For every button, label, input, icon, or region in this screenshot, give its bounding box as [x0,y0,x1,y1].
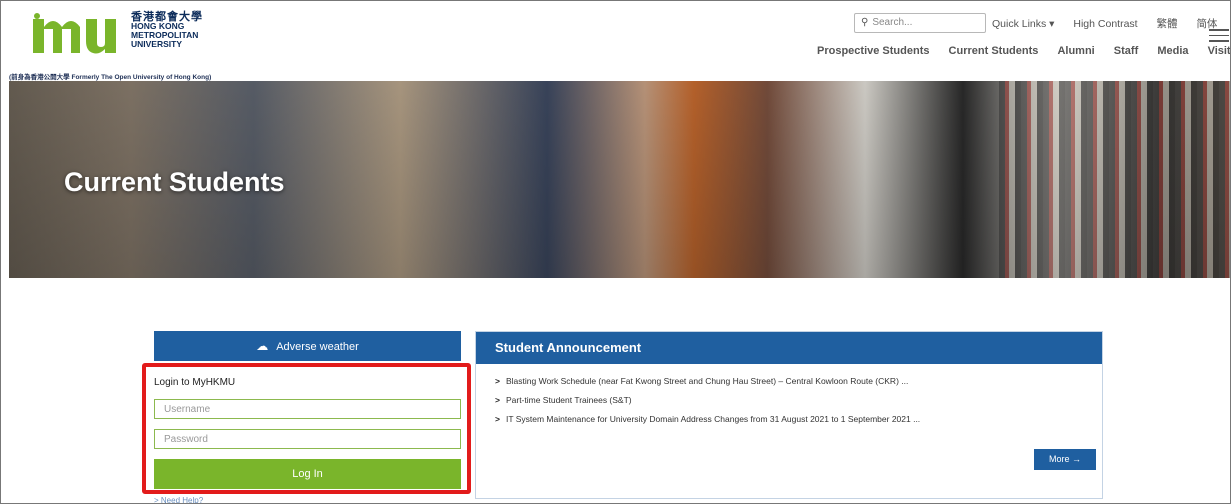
nav-prospective-students[interactable]: Prospective Students [817,45,929,57]
hamburger-menu-icon[interactable] [1209,29,1229,46]
search-placeholder: Search... [872,17,913,28]
search-icon: ⚲ [861,17,869,28]
student-announcement-panel: Student Announcement > Blasting Work Sche… [475,331,1103,499]
traditional-chinese-link[interactable]: 繁體 [1157,16,1178,31]
page-title: Current Students [64,167,285,197]
announcement-item-text: Part-time Student Trainees (S&T) [505,395,632,405]
page-frame: 香港都會大學 HONG KONG METROPOLITAN UNIVERSITY… [0,0,1231,504]
logo-subtitle: (前身為香港公開大學 Formerly The Open University … [9,74,212,81]
nav-current-students[interactable]: Current Students [949,45,1039,57]
announcement-item[interactable]: > Blasting Work Schedule (near Fat Kwong … [495,375,920,394]
site-header: 香港都會大學 HONG KONG METROPOLITAN UNIVERSITY… [1,1,1230,82]
announcement-item-text: IT System Maintenance for University Dom… [505,414,921,424]
adverse-weather-button[interactable]: ☁ Adverse weather [154,331,461,361]
main-nav: Prospective Students Current Students Al… [817,45,1230,57]
announcement-item[interactable]: > Part-time Student Trainees (S&T) [495,394,920,413]
chevron-right-icon: > [495,376,500,386]
nav-media[interactable]: Media [1157,45,1188,57]
nav-alumni[interactable]: Alumni [1057,45,1094,57]
high-contrast-link[interactable]: High Contrast [1073,18,1137,30]
announcement-list: > Blasting Work Schedule (near Fat Kwong … [495,375,920,432]
nav-visitors[interactable]: Visitors [1208,45,1230,57]
weather-icon: ☁ [256,339,269,353]
announcement-item-text: Blasting Work Schedule (near Fat Kwong S… [505,376,909,386]
chevron-right-icon: > [495,395,500,405]
logo-name-en-3: UNIVERSITY [131,39,183,49]
search-input[interactable]: ⚲ Search... [854,13,986,33]
nav-staff[interactable]: Staff [1114,45,1138,57]
announcement-heading: Student Announcement [476,332,1102,364]
logo-wordmark: 香港都會大學 HONG KONG METROPOLITAN UNIVERSITY [131,12,203,49]
adverse-weather-label: Adverse weather [276,341,359,353]
hero-banner: Current Students [9,81,1230,278]
announcement-item[interactable]: > IT System Maintenance for University Do… [495,413,920,432]
hkmu-logo[interactable]: 香港都會大學 HONG KONG METROPOLITAN UNIVERSITY… [9,11,231,82]
need-help-link[interactable]: > Need Help? [154,496,203,503]
more-button[interactable]: More → [1034,449,1096,470]
chevron-right-icon: > [495,414,500,424]
login-highlight-box [142,363,471,494]
top-links: Quick Links ▾ High Contrast 繁體 简体 [992,16,1217,31]
quick-links-menu[interactable]: Quick Links ▾ [992,18,1054,30]
logo-mu-icon [33,13,116,54]
